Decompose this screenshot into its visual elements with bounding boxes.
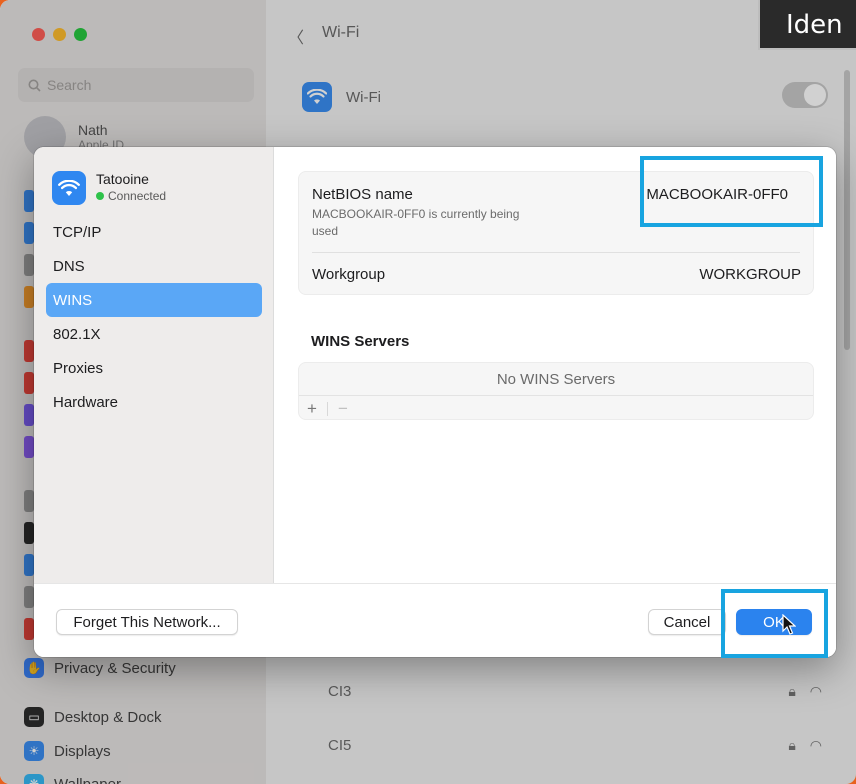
highlight-ok-button xyxy=(721,589,828,658)
network-name: Tatooine xyxy=(96,171,149,187)
list-controls: + − xyxy=(299,395,813,421)
divider xyxy=(326,401,328,416)
forget-network-button[interactable]: Forget This Network... xyxy=(56,609,238,635)
mouse-cursor-icon xyxy=(782,614,796,635)
connection-status-label: Connected xyxy=(108,189,167,203)
divider xyxy=(312,252,800,253)
connected-dot-icon xyxy=(96,192,104,200)
wins-servers-title: WINS Servers xyxy=(311,333,410,350)
wifi-icon xyxy=(52,171,86,205)
nav-item-tcpip[interactable]: TCP/IP xyxy=(46,215,262,249)
netbios-note: MACBOOKAIR-0FF0 is currently being used xyxy=(312,207,520,238)
workgroup-field[interactable]: WORKGROUP xyxy=(699,266,801,283)
highlight-netbios-name xyxy=(640,156,823,227)
nav-item-proxies[interactable]: Proxies xyxy=(46,351,262,385)
details-nav: TCP/IP DNS WINS 802.1X Proxies Hardware xyxy=(46,215,262,419)
workgroup-label: Workgroup xyxy=(312,266,386,283)
details-sidebar: Tatooine Connected TCP/IP DNS WINS 802.1… xyxy=(34,147,274,657)
network-header: Tatooine Connected xyxy=(52,171,166,205)
connection-status: Connected xyxy=(96,188,166,204)
cancel-button[interactable]: Cancel xyxy=(648,609,726,635)
wins-servers-list: No WINS Servers + − xyxy=(298,362,814,420)
nav-item-hardware[interactable]: Hardware xyxy=(46,385,262,419)
nav-item-8021x[interactable]: 802.1X xyxy=(46,317,262,351)
nav-item-wins[interactable]: WINS xyxy=(46,283,262,317)
add-server-button[interactable]: + xyxy=(307,399,317,419)
nav-item-dns[interactable]: DNS xyxy=(46,249,262,283)
remove-server-button[interactable]: − xyxy=(338,399,348,419)
wins-servers-empty: No WINS Servers xyxy=(496,371,616,388)
sheet-footer: Forget This Network... Cancel OK xyxy=(34,583,836,657)
corner-label: Iden xyxy=(758,0,856,50)
